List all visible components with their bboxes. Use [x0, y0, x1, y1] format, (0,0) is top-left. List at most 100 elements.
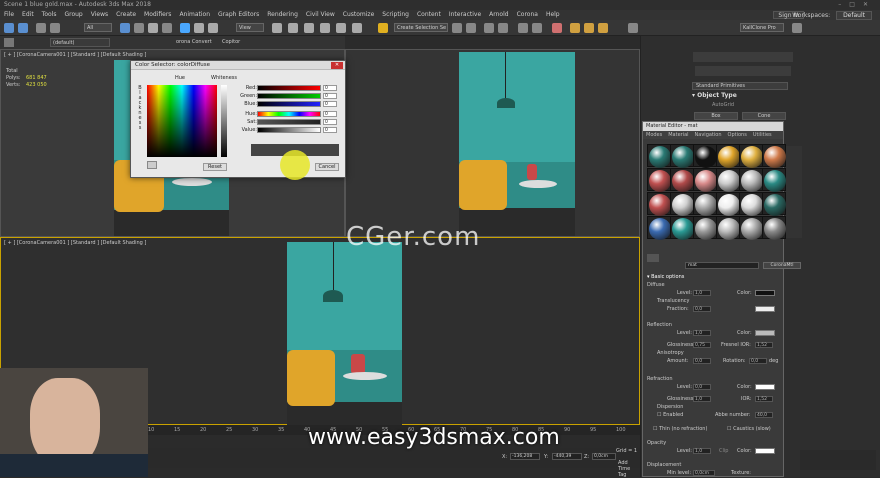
material-slot[interactable] — [739, 144, 763, 168]
material-slot[interactable] — [739, 192, 763, 216]
green-slider[interactable] — [257, 93, 321, 99]
amount-field[interactable]: 0,0 — [693, 358, 711, 364]
menu-graph-editors[interactable]: Graph Editors — [218, 10, 259, 20]
glossiness-field[interactable]: 0,75 — [693, 342, 711, 348]
menu-options[interactable]: Options — [728, 132, 747, 138]
menu-animation[interactable]: Animation — [179, 10, 210, 20]
material-type-button[interactable]: CoronaMtl — [763, 262, 801, 269]
material-editor-title[interactable]: Material Editor - mat — [643, 122, 783, 131]
pivot-icon[interactable] — [272, 23, 282, 33]
link-icon[interactable] — [36, 23, 46, 33]
y-coordinate-field[interactable]: -440,39 — [552, 453, 582, 460]
menu-modes[interactable]: Modes — [646, 132, 662, 138]
material-slot[interactable] — [647, 144, 671, 168]
menu-material[interactable]: Material — [668, 132, 688, 138]
menu-civil-view[interactable]: Civil View — [306, 10, 335, 20]
refraction-level-field[interactable]: 0,0 — [693, 384, 711, 390]
material-slot[interactable] — [693, 216, 717, 240]
rotation-field[interactable]: 0,0 — [749, 358, 767, 364]
render-in-cloud-icon[interactable] — [628, 23, 638, 33]
spinner-snap-icon[interactable] — [352, 23, 362, 33]
viewport-top-right[interactable] — [345, 49, 640, 237]
refraction-color-swatch[interactable] — [755, 384, 775, 390]
percent-snap-icon[interactable] — [336, 23, 346, 33]
material-slot[interactable] — [670, 192, 694, 216]
material-name-field[interactable]: mat — [685, 262, 759, 269]
sat-field[interactable]: 0 — [323, 119, 337, 125]
render-preset-dropdown[interactable]: KallClone Pro — [740, 23, 784, 32]
diffuse-color-swatch[interactable] — [755, 290, 775, 296]
create-categories[interactable] — [695, 66, 791, 76]
curve-editor-icon[interactable] — [518, 23, 528, 33]
menu-corona[interactable]: Corona — [517, 10, 538, 20]
reflection-level-field[interactable]: 1,0 — [693, 330, 711, 336]
material-editor-side-tools[interactable] — [786, 146, 802, 238]
z-coordinate-field[interactable]: 0,0cm — [592, 453, 616, 460]
window-crossing-icon[interactable] — [162, 23, 172, 33]
abbe-field[interactable]: 40,0 — [755, 412, 773, 418]
menu-help[interactable]: Help — [546, 10, 560, 20]
reference-coord-dropdown[interactable]: View — [236, 23, 264, 32]
material-slot[interactable] — [716, 192, 740, 216]
menu-customize[interactable]: Customize — [343, 10, 375, 20]
red-slider[interactable] — [257, 85, 321, 91]
ior-field[interactable]: 1,52 — [755, 396, 773, 402]
dialog-title[interactable]: Color Selector: colorDiffuse — [131, 61, 345, 70]
copitor-tab[interactable]: Copitor — [222, 38, 240, 47]
hue-field[interactable]: 0 — [323, 111, 337, 117]
angle-snap-icon[interactable] — [320, 23, 330, 33]
opacity-color-swatch[interactable] — [755, 448, 775, 454]
fraction-field[interactable]: 0,0 — [693, 306, 711, 312]
material-slot[interactable] — [716, 144, 740, 168]
material-slot[interactable] — [693, 192, 717, 216]
close-icon[interactable]: ✕ — [331, 62, 343, 69]
move-icon[interactable] — [180, 23, 190, 33]
material-editor-icon[interactable] — [552, 23, 562, 33]
material-slot[interactable] — [693, 144, 717, 168]
layer-dropdown[interactable]: (default) — [50, 38, 110, 47]
viewport-label[interactable]: [ + ] [CoronaCamera001 ] [Standard ] [De… — [4, 52, 146, 58]
schematic-view-icon[interactable] — [532, 23, 542, 33]
green-field[interactable]: 0 — [323, 93, 337, 99]
render-setup-icon[interactable] — [570, 23, 580, 33]
red-field[interactable]: 0 — [323, 85, 337, 91]
rect-selection-icon[interactable] — [148, 23, 158, 33]
workspace-value[interactable]: Default — [836, 11, 872, 20]
cancel-button[interactable]: Cancel — [315, 163, 339, 171]
redo-icon[interactable] — [18, 23, 28, 33]
layer-icon[interactable] — [4, 38, 14, 47]
menu-tools[interactable]: Tools — [42, 10, 57, 20]
pick-material-icon[interactable] — [647, 254, 659, 262]
x-coordinate-field[interactable]: -136,208 — [510, 453, 540, 460]
material-slot[interactable] — [716, 168, 740, 192]
material-slot[interactable] — [762, 216, 786, 240]
material-slot[interactable] — [647, 168, 671, 192]
hue-blackness-picker[interactable] — [147, 85, 217, 157]
render-production-icon[interactable] — [598, 23, 608, 33]
diffuse-level-field[interactable]: 1,0 — [693, 290, 711, 296]
unlink-icon[interactable] — [50, 23, 60, 33]
select-object-icon[interactable] — [120, 23, 130, 33]
command-panel-tabs[interactable] — [693, 52, 793, 62]
viewport-label[interactable]: [ + ] [CoronaCamera001 ] [Standard ] [De… — [4, 240, 146, 246]
scale-icon[interactable] — [208, 23, 218, 33]
caustics-checkbox[interactable]: ☐ Caustics (slow) — [727, 426, 855, 432]
select-by-name-icon[interactable] — [134, 23, 144, 33]
menu-utilities[interactable]: Utilities — [753, 132, 772, 138]
menu-views[interactable]: Views — [91, 10, 108, 20]
material-slot[interactable] — [739, 216, 763, 240]
rendered-frame-icon[interactable] — [584, 23, 594, 33]
create-selection-set-dropdown[interactable]: Create Selection Se — [394, 23, 448, 32]
material-slot[interactable] — [762, 192, 786, 216]
material-slot[interactable] — [670, 168, 694, 192]
menu-group[interactable]: Group — [64, 10, 82, 20]
material-slot[interactable] — [670, 216, 694, 240]
opacity-level-field[interactable]: 1,0 — [693, 448, 711, 454]
toolbar-extra-icon[interactable] — [792, 23, 802, 33]
layer-explorer-icon[interactable] — [484, 23, 494, 33]
window-controls[interactable]: –□✕ — [838, 0, 876, 10]
sat-slider[interactable] — [257, 119, 321, 125]
menu-scripting[interactable]: Scripting — [382, 10, 409, 20]
snap-toggle-icon[interactable] — [304, 23, 314, 33]
corona-converter-tab[interactable]: orona Convert — [176, 38, 212, 47]
